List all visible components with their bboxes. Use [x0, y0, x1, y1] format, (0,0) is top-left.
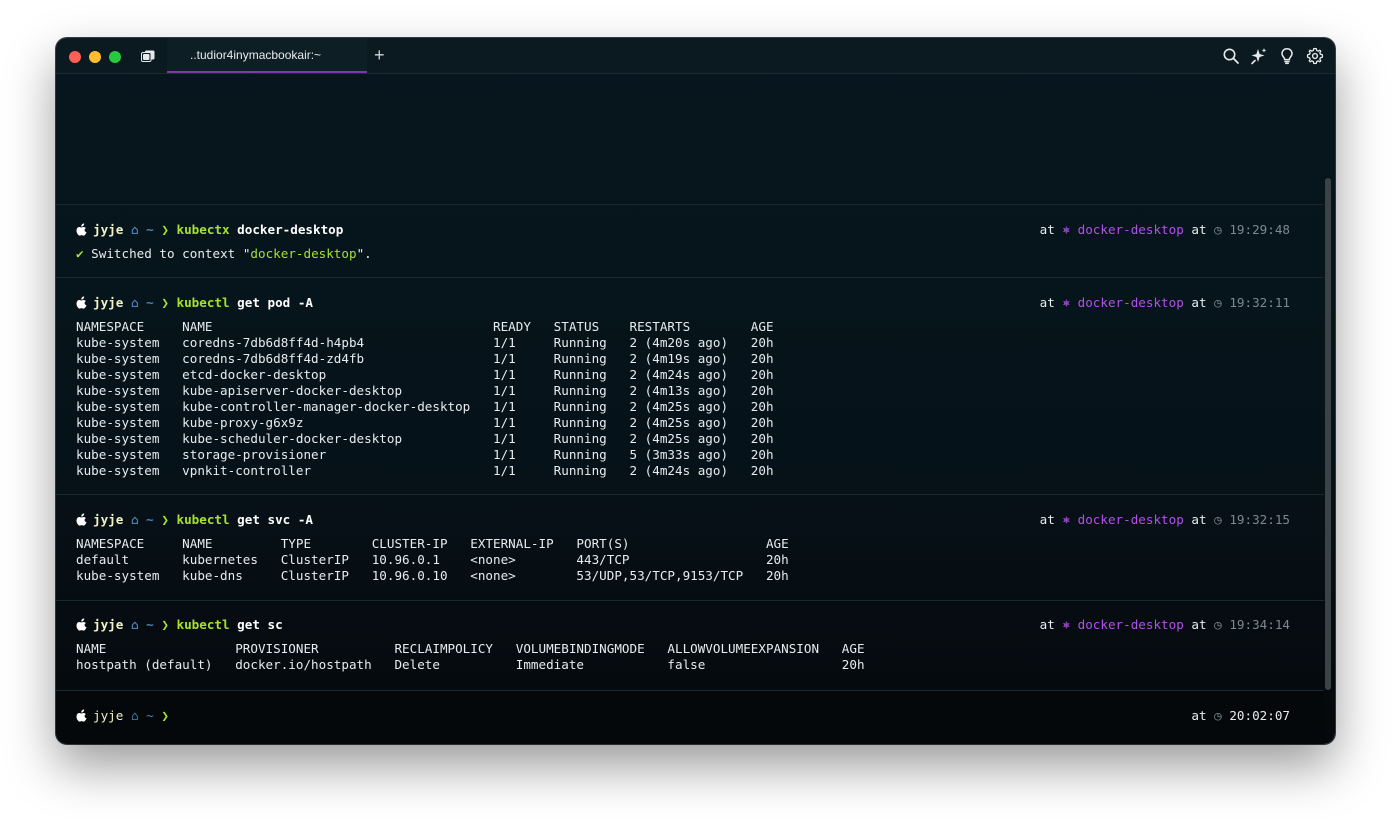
timestamp: 19:32:15	[1229, 512, 1290, 527]
clock-icon: ◷	[1214, 708, 1222, 723]
prompt-line: jyje ⌂ ~ ❯ kubectl get sc	[76, 617, 283, 633]
prompt-right: at ⎈ docker-desktop at ◷ 19:32:15	[1039, 512, 1290, 527]
gear-icon[interactable]	[1306, 47, 1324, 65]
tab-title: ..tudior4inymacbookair:~	[190, 48, 322, 62]
chevron-icon: ❯	[161, 708, 169, 723]
timestamp: 20:02:07	[1229, 708, 1290, 723]
command-block: jyje ⌂ ~ ❯ kubectl get svc -A at ⎈ docke…	[56, 494, 1324, 601]
kube-context: docker-desktop	[1077, 295, 1184, 310]
command-block: jyje ⌂ ~ ❯ kubectl get pod -A at ⎈ docke…	[56, 277, 1324, 495]
home-icon: ⌂	[130, 617, 139, 632]
home-icon: ⌂	[130, 295, 139, 310]
table-row: kube-system kube-apiserver-docker-deskto…	[76, 383, 774, 398]
command-name: kubectl	[176, 512, 230, 527]
clock-icon: ◷	[1214, 295, 1222, 310]
kube-context: docker-desktop	[1077, 617, 1184, 632]
search-icon[interactable]	[1222, 47, 1240, 65]
table-row: default kubernetes ClusterIP 10.96.0.1 <…	[76, 552, 789, 567]
close-button[interactable]	[69, 51, 81, 63]
chevron-icon: ❯	[161, 512, 169, 527]
chevron-icon: ❯	[161, 617, 169, 632]
prompt-right: at ⎈ docker-desktop at ◷ 19:29:48	[1039, 222, 1290, 237]
sparkle-icon[interactable]	[1250, 47, 1268, 65]
command-block: jyje ⌂ ~ ❯ kubectx docker-desktop at ⎈ d…	[56, 204, 1324, 278]
clock-icon: ◷	[1214, 512, 1222, 527]
prompt-right: at ⎈ docker-desktop at ◷ 19:34:14	[1039, 617, 1290, 632]
scrollbar[interactable]	[1325, 178, 1331, 690]
terminal-window: ..tudior4inymacbookair:~ + jyje ⌂ ~ ❯ ku…	[56, 38, 1335, 744]
home-icon: ⌂	[130, 708, 139, 723]
chevron-icon: ❯	[161, 295, 169, 310]
command-args: docker-desktop	[237, 222, 344, 237]
table-row: kube-system etcd-docker-desktop 1/1 Runn…	[76, 367, 774, 382]
kube-context-icon: ⎈	[1062, 512, 1071, 527]
prompt-line: jyje ⌂ ~ ❯	[76, 708, 169, 724]
kube-context: docker-desktop	[1077, 512, 1184, 527]
command-name: kubectx	[176, 222, 230, 237]
prompt-right: at ⎈ docker-desktop at ◷ 19:32:11	[1039, 295, 1290, 310]
prompt-line: jyje ⌂ ~ ❯ kubectl get pod -A	[76, 295, 313, 311]
kube-context: docker-desktop	[1077, 222, 1184, 237]
table-row: kube-system kube-dns ClusterIP 10.96.0.1…	[76, 568, 789, 583]
apple-icon	[76, 513, 87, 526]
apple-icon	[76, 709, 87, 722]
tab-terminal[interactable]: ..tudior4inymacbookair:~	[167, 38, 367, 73]
command-args: get sc	[237, 617, 283, 632]
command-args: get svc -A	[237, 512, 313, 527]
table-row: kube-system coredns-7db6d8ff4d-zd4fb 1/1…	[76, 351, 774, 366]
title-bar: ..tudior4inymacbookair:~ +	[56, 38, 1335, 74]
clock-icon: ◷	[1214, 222, 1222, 237]
table-row: hostpath (default) docker.io/hostpath De…	[76, 657, 865, 672]
command-output: ✔ Switched to context "docker-desktop".	[76, 246, 372, 261]
command-block: jyje ⌂ ~ ❯ kubectl get sc at ⎈ docker-de…	[56, 600, 1324, 691]
output-header: NAME PROVISIONER RECLAIMPOLICY VOLUMEBIN…	[76, 641, 865, 656]
input-editor[interactable]: jyje ⌂ ~ ❯ at ◷ 20:02:07	[56, 690, 1324, 744]
apple-icon	[76, 618, 87, 631]
command-args: get pod -A	[237, 295, 313, 310]
timestamp: 19:29:48	[1229, 222, 1290, 237]
apple-icon	[76, 223, 87, 236]
lightbulb-icon[interactable]	[1278, 47, 1296, 65]
output-header: NAMESPACE NAME READY STATUS RESTARTS AGE	[76, 319, 774, 334]
table-row: kube-system storage-provisioner 1/1 Runn…	[76, 447, 774, 462]
minimize-button[interactable]	[89, 51, 101, 63]
clock-icon: ◷	[1214, 617, 1222, 632]
table-row: kube-system kube-proxy-g6x9z 1/1 Running…	[76, 415, 774, 430]
table-row: kube-system vpnkit-controller 1/1 Runnin…	[76, 463, 774, 478]
timestamp: 19:34:14	[1229, 617, 1290, 632]
prompt-line: jyje ⌂ ~ ❯ kubectx docker-desktop	[76, 222, 343, 238]
prompt-line: jyje ⌂ ~ ❯ kubectl get svc -A	[76, 512, 313, 528]
panels-icon[interactable]	[141, 50, 155, 62]
command-name: kubectl	[176, 617, 230, 632]
kube-context-icon: ⎈	[1062, 295, 1071, 310]
check-icon: ✔	[76, 246, 84, 261]
table-row: kube-system coredns-7db6d8ff4d-h4pb4 1/1…	[76, 335, 774, 350]
new-tab-button[interactable]: +	[374, 45, 385, 65]
timestamp: 19:32:11	[1229, 295, 1290, 310]
prompt-right: at ◷ 20:02:07	[1191, 708, 1290, 723]
table-row: kube-system kube-controller-manager-dock…	[76, 399, 774, 414]
output-header: NAMESPACE NAME TYPE CLUSTER-IP EXTERNAL-…	[76, 536, 789, 551]
table-row: kube-system kube-scheduler-docker-deskto…	[76, 431, 774, 446]
home-icon: ⌂	[130, 512, 139, 527]
kube-context-icon: ⎈	[1062, 617, 1071, 632]
zoom-button[interactable]	[109, 51, 121, 63]
kube-context-icon: ⎈	[1062, 222, 1071, 237]
home-icon: ⌂	[130, 222, 139, 237]
apple-icon	[76, 296, 87, 309]
chevron-icon: ❯	[161, 222, 169, 237]
command-name: kubectl	[176, 295, 230, 310]
